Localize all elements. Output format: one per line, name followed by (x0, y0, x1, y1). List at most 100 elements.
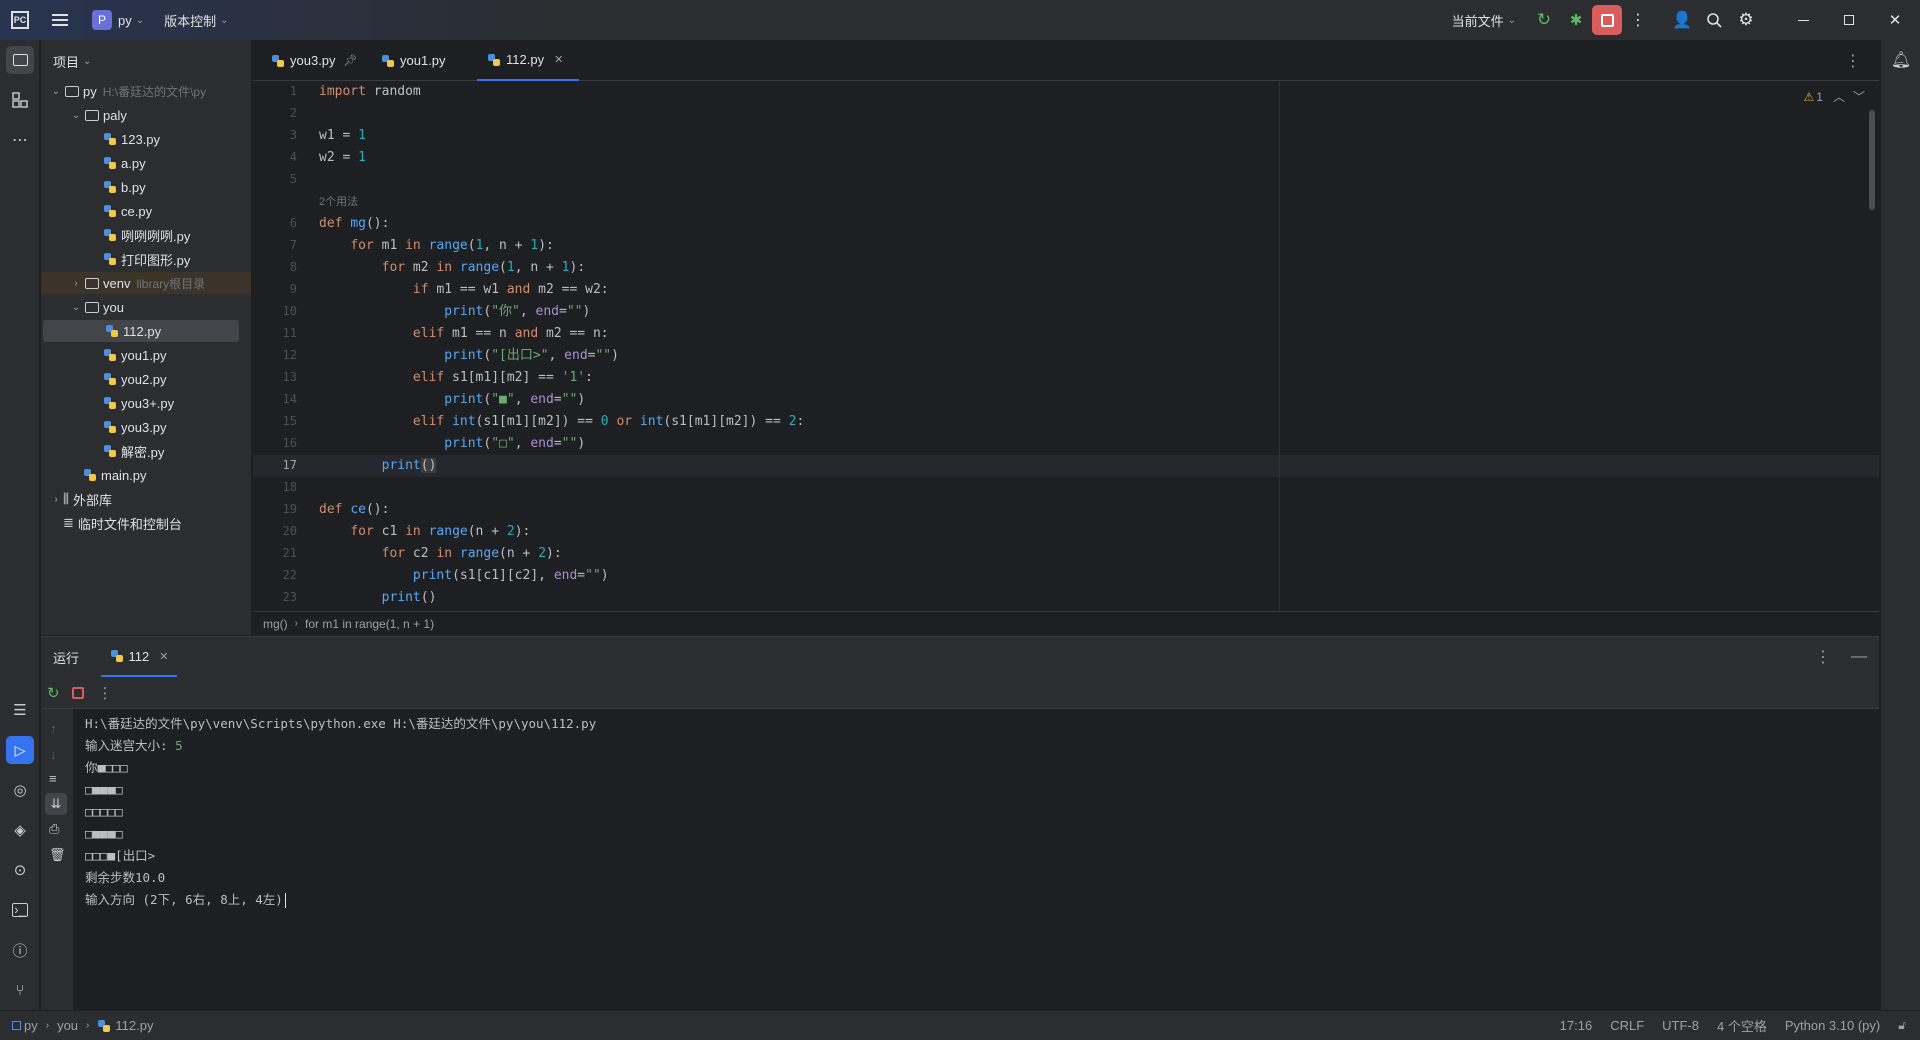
more-actions-button[interactable]: ⋮ (1622, 4, 1654, 36)
tree-item[interactable]: you1.py (41, 344, 251, 366)
vcs-menu[interactable]: 版本控制 ⌄ (164, 0, 228, 40)
usage-hint[interactable]: 2个用法 (319, 191, 358, 213)
pin-icon[interactable]: 📌︎ (344, 54, 358, 67)
python-packages-button[interactable]: ◈ (6, 816, 34, 844)
more-vertical-icon[interactable]: ⋮ (98, 684, 113, 702)
todo-tool-button[interactable]: ☰ (6, 696, 34, 724)
chevron-right-icon[interactable]: › (69, 276, 83, 290)
run-icon: ▷ (14, 741, 26, 758)
tree-item-label: ce.py (121, 203, 153, 219)
minimize-icon (1797, 19, 1809, 21)
project-selector[interactable]: P py ⌄ (92, 0, 144, 40)
more-tools-button[interactable]: ⋯ (6, 126, 34, 154)
python-file-icon (103, 228, 117, 242)
bell-icon: 🔔︎ (1890, 52, 1912, 69)
main-menu-button[interactable] (44, 4, 76, 36)
tab-112[interactable]: 112.py ✕ (477, 40, 579, 81)
run-config-selector[interactable]: 当前文件 ⌄ (1452, 0, 1516, 40)
chevron-down-icon[interactable]: ⌄ (49, 84, 63, 98)
code-with-me-button[interactable]: 👤 (1666, 4, 1698, 36)
tree-item[interactable]: 打印图形.py (41, 248, 251, 270)
tree-item[interactable]: a.py (41, 152, 251, 174)
code-line-16: print("□", end="") (444, 436, 586, 451)
notifications-button[interactable]: 🔔︎ (1887, 46, 1915, 74)
cursor-position[interactable]: 17:16 (1560, 1018, 1593, 1033)
chevron-down-icon: ⌄ (220, 14, 229, 26)
tree-item[interactable]: ce.py (41, 200, 251, 222)
tree-item[interactable]: you3.py (41, 416, 251, 438)
run-tool-button[interactable]: ▷ (6, 736, 34, 764)
rerun-button[interactable]: ↻ (1528, 4, 1560, 36)
print-icon[interactable]: ⎙ (49, 821, 59, 837)
stop-button[interactable] (1592, 5, 1622, 35)
tree-item[interactable]: b.py (41, 176, 251, 198)
structure-tool-button[interactable] (6, 86, 34, 114)
minimize-button[interactable] (1780, 4, 1826, 36)
tree-item[interactable]: › ⫼ 外部库 (41, 488, 251, 510)
run-tab-112[interactable]: 112 ✕ (101, 637, 177, 677)
chevron-right-icon[interactable]: › (49, 492, 63, 506)
tab-you1[interactable]: you1.py (371, 40, 456, 81)
arrow-up-icon[interactable]: ↑ (50, 721, 57, 736)
code-line-10: print("你", end="") (444, 304, 591, 319)
search-icon (1707, 13, 1722, 28)
unlock-icon[interactable]: 🔓︎ (1898, 1018, 1906, 1033)
close-tab-icon[interactable]: ✕ (159, 650, 168, 663)
tree-item[interactable]: you2.py (41, 368, 251, 390)
tree-item[interactable]: main.py (41, 464, 251, 486)
tree-item[interactable]: you3+.py (41, 392, 251, 414)
scroll-to-end-icon[interactable]: ⇊ (45, 793, 67, 815)
close-window-button[interactable]: ✕ (1872, 4, 1918, 36)
more-vertical-icon[interactable]: ⋮ (1815, 647, 1831, 667)
services-button[interactable]: ⊙ (6, 856, 34, 884)
status-path-item[interactable]: 112.py (115, 1018, 153, 1033)
chevron-down-icon[interactable]: ⌄ (69, 108, 83, 122)
debug-button[interactable]: ✱ (1560, 4, 1592, 36)
hide-panel-icon[interactable]: — (1851, 648, 1867, 666)
line-number: 14 (282, 392, 297, 406)
status-path-item[interactable]: py (24, 1018, 38, 1033)
tree-item[interactable]: ⌄ py H:\番廷达的文件\py (41, 80, 251, 102)
project-panel-header[interactable]: 项目 ⌄ (53, 52, 91, 71)
stop-icon[interactable] (71, 686, 84, 699)
close-tab-icon[interactable]: ✕ (554, 53, 563, 66)
tree-item[interactable]: ⌄ you (41, 296, 251, 318)
code-content[interactable]: import random w1 = 1 w2 = 1 2个用法 def mg(… (319, 81, 1879, 611)
tabs-more-icon[interactable]: ⋮ (1845, 51, 1861, 71)
arrow-down-icon[interactable]: ↓ (50, 747, 57, 762)
line-number: 16 (282, 436, 297, 450)
soft-wrap-icon[interactable]: ≡ (49, 771, 57, 786)
tree-item[interactable]: ⌄ paly (41, 104, 251, 126)
python-console-button[interactable]: ◎ (6, 776, 34, 804)
restore-button[interactable] (1826, 4, 1872, 36)
git-button[interactable]: ⑂ (6, 976, 34, 1004)
indent-setting[interactable]: 4 个空格 (1717, 1016, 1767, 1035)
console-output[interactable]: H:\番廷达的文件\py\venv\Scripts\python.exe H:\… (85, 713, 1865, 1003)
project-tool-button[interactable] (6, 46, 34, 74)
rerun-icon[interactable]: ↻ (47, 684, 60, 702)
tree-item[interactable]: 123.py (41, 128, 251, 150)
tab-you3[interactable]: you3.py 📌︎ (261, 40, 368, 81)
tree-item[interactable]: › venv library根目录 (41, 272, 251, 294)
breadcrumb-item[interactable]: mg() (263, 617, 288, 631)
line-separator[interactable]: CRLF (1610, 1018, 1644, 1033)
trash-icon[interactable]: 🗑︎ (49, 847, 66, 863)
tree-item[interactable]: 咧咧咧咧.py (41, 224, 251, 246)
tree-item[interactable]: ≣ 临时文件和控制台 (41, 512, 251, 534)
settings-button[interactable]: ⚙ (1730, 4, 1762, 36)
tree-item[interactable]: 112.py (43, 320, 239, 342)
close-icon: ✕ (1888, 12, 1902, 29)
tree-item-label: you3+.py (121, 395, 175, 411)
python-file-icon (103, 132, 117, 146)
project-name: py (118, 12, 132, 28)
line-number: 4 (289, 150, 297, 164)
breadcrumb-item[interactable]: for m1 in range(1, n + 1) (305, 617, 434, 631)
status-path-item[interactable]: you (57, 1018, 78, 1033)
tree-item[interactable]: 解密.py (41, 440, 251, 462)
chevron-down-icon[interactable]: ⌄ (69, 300, 83, 314)
search-everywhere-button[interactable] (1698, 4, 1730, 36)
problems-button[interactable]: ⓘ (6, 936, 34, 964)
terminal-button[interactable]: ›_ (6, 896, 34, 924)
file-encoding[interactable]: UTF-8 (1662, 1018, 1699, 1033)
python-interpreter[interactable]: Python 3.10 (py) (1785, 1018, 1880, 1033)
